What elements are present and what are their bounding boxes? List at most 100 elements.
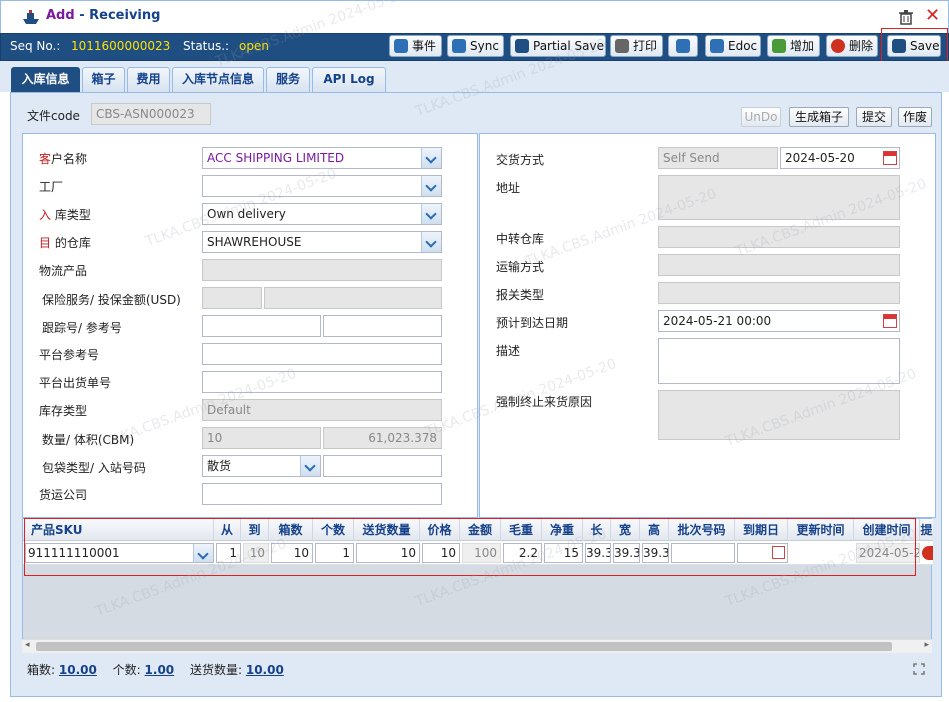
refresh-button[interactable] xyxy=(668,35,698,57)
partial-save-button[interactable]: Partial Save xyxy=(510,35,606,57)
carrier-label: 货运公司 xyxy=(39,488,88,502)
terminate-reason-field xyxy=(658,390,900,440)
terminate-reason-label: 强制终止来货原因 xyxy=(496,395,593,409)
pack-type-label: 包袋类型/ 入站号码 xyxy=(42,461,146,475)
window-title: Add - Receiving xyxy=(46,8,161,23)
events-button[interactable]: 事件 xyxy=(389,35,442,57)
tab-inbound-info[interactable]: 入库信息 xyxy=(11,67,80,92)
seq-no-label: Seq No.: xyxy=(10,39,61,53)
inbound-type-label: 入 库类型 xyxy=(39,208,91,222)
scrollbar-thumb[interactable] xyxy=(36,642,892,651)
remove-row-icon[interactable] xyxy=(922,546,933,560)
submit-button[interactable]: 提交 xyxy=(856,107,892,127)
col-more[interactable]: 提 xyxy=(920,519,933,541)
status-label: Status.: xyxy=(183,39,230,53)
customs-type-label: 报关类型 xyxy=(496,288,545,302)
delete-button[interactable]: 删除 xyxy=(826,35,878,57)
carrier-input[interactable] xyxy=(202,483,442,505)
description-label: 描述 xyxy=(496,344,521,358)
refresh-icon xyxy=(676,39,690,53)
right-form: 交货方式 Self Send 2024-05-20 地址 中转仓库 运输方式 报… xyxy=(479,133,936,518)
refresh-icon xyxy=(394,39,408,53)
tab-fees[interactable]: 费用 xyxy=(127,67,170,92)
left-form: 客户名称 ACC SHIPPING LIMITED 工厂 入 库类型 Own d… xyxy=(22,133,478,518)
import-icon xyxy=(710,39,724,53)
tracking-no-input[interactable] xyxy=(202,315,321,337)
transit-warehouse-label: 中转仓库 xyxy=(496,232,545,246)
grid-horizontal-scrollbar[interactable]: ◂ ▸ xyxy=(22,639,932,653)
insurance-service-field xyxy=(202,287,262,309)
platform-ship-input[interactable] xyxy=(202,371,442,393)
print-button[interactable]: 打印 xyxy=(610,35,663,57)
chevron-down-icon[interactable] xyxy=(421,232,441,252)
delivery-method-field: Self Send xyxy=(658,147,778,169)
platform-ref-label: 平台参考号 xyxy=(39,348,100,362)
total-delivery-qty: 10.00 xyxy=(245,663,284,677)
customer-label: 客户名称 xyxy=(39,152,88,166)
sync-button[interactable]: Sync xyxy=(447,35,504,57)
total-boxes: 10.00 xyxy=(58,663,97,677)
eta-field[interactable]: 2024-05-21 00:00 xyxy=(658,310,900,332)
close-icon[interactable]: ✕ xyxy=(925,5,940,27)
stock-type-label: 库存类型 xyxy=(39,404,88,418)
logistics-product-field xyxy=(202,259,442,281)
quantity-field: 10 xyxy=(202,427,321,449)
inbound-no-input[interactable] xyxy=(323,455,442,477)
void-button[interactable]: 作废 xyxy=(898,107,932,127)
status-value: open xyxy=(239,39,269,53)
printer-icon xyxy=(615,39,629,53)
add-button[interactable]: 增加 xyxy=(767,35,820,57)
save-button-highlight xyxy=(881,28,948,65)
generate-boxes-button[interactable]: 生成箱子 xyxy=(789,107,849,127)
reference-no-input[interactable] xyxy=(323,315,442,337)
warehouse-select[interactable]: SHAWREHOUSE xyxy=(202,231,442,253)
customs-type-field xyxy=(658,282,900,304)
description-textarea[interactable] xyxy=(658,338,900,384)
delete-icon xyxy=(831,39,845,53)
file-code-field: CBS-ASN000023 xyxy=(91,103,211,125)
chevron-down-icon[interactable] xyxy=(300,456,320,476)
chevron-down-icon[interactable] xyxy=(421,148,441,168)
scroll-left-icon[interactable]: ◂ xyxy=(25,640,30,650)
warehouse-label: 目 的仓库 xyxy=(39,236,91,250)
file-code-label: 文件code xyxy=(27,109,80,123)
address-field xyxy=(658,175,900,220)
tab-boxes[interactable]: 箱子 xyxy=(82,67,125,92)
factory-select[interactable] xyxy=(202,175,442,197)
add-document-icon xyxy=(772,39,786,53)
qty-volume-label: 数量/ 体积(CBM) xyxy=(42,433,135,447)
calendar-icon[interactable] xyxy=(883,151,897,165)
insured-amount-field xyxy=(264,287,442,309)
platform-ship-label: 平台出货单号 xyxy=(39,376,112,390)
calendar-icon[interactable] xyxy=(883,314,897,328)
grid-summary: 箱数: 10.00 个数: 1.00 送货数量: 10.00 xyxy=(27,663,284,677)
delivery-date-field[interactable]: 2024-05-20 xyxy=(780,147,900,169)
insurance-label: 保险服务/ 投保金额(USD) xyxy=(42,293,181,307)
platform-ref-input[interactable] xyxy=(202,343,442,365)
edoc-button[interactable]: Edoc xyxy=(705,35,761,57)
sync-icon xyxy=(452,39,466,53)
inbound-type-select[interactable]: Own delivery xyxy=(202,203,442,225)
chevron-down-icon[interactable] xyxy=(421,204,441,224)
window-titlebar: Add - Receiving ✕ xyxy=(0,0,949,33)
transit-warehouse-field xyxy=(658,226,900,248)
tab-strip: 入库信息 箱子 费用 入库节点信息 服务 API Log xyxy=(0,61,949,92)
tab-api-log[interactable]: API Log xyxy=(312,67,386,92)
tab-services[interactable]: 服务 xyxy=(266,67,310,92)
customer-select[interactable]: ACC SHIPPING LIMITED xyxy=(202,147,442,169)
trash-icon[interactable] xyxy=(899,10,913,25)
chevron-down-icon[interactable] xyxy=(421,176,441,196)
tab-inbound-nodes[interactable]: 入库节点信息 xyxy=(172,67,264,92)
expand-icon[interactable] xyxy=(913,663,925,675)
volume-field: 61,023.378 xyxy=(323,427,442,449)
address-label: 地址 xyxy=(496,181,521,195)
grid-row-highlight xyxy=(24,518,916,576)
scroll-right-icon[interactable]: ▸ xyxy=(924,640,929,650)
transport-method-label: 运输方式 xyxy=(496,260,545,274)
inbound-info-panel: 文件code CBS-ASN000023 UnDo 生成箱子 提交 作废 客户名… xyxy=(10,92,942,697)
pack-type-select[interactable]: 散货 xyxy=(202,455,321,477)
logistics-product-label: 物流产品 xyxy=(39,264,88,278)
floppy-icon xyxy=(515,39,529,53)
undo-button: UnDo xyxy=(741,107,781,127)
tracking-label: 跟踪号/ 参考号 xyxy=(42,321,122,335)
